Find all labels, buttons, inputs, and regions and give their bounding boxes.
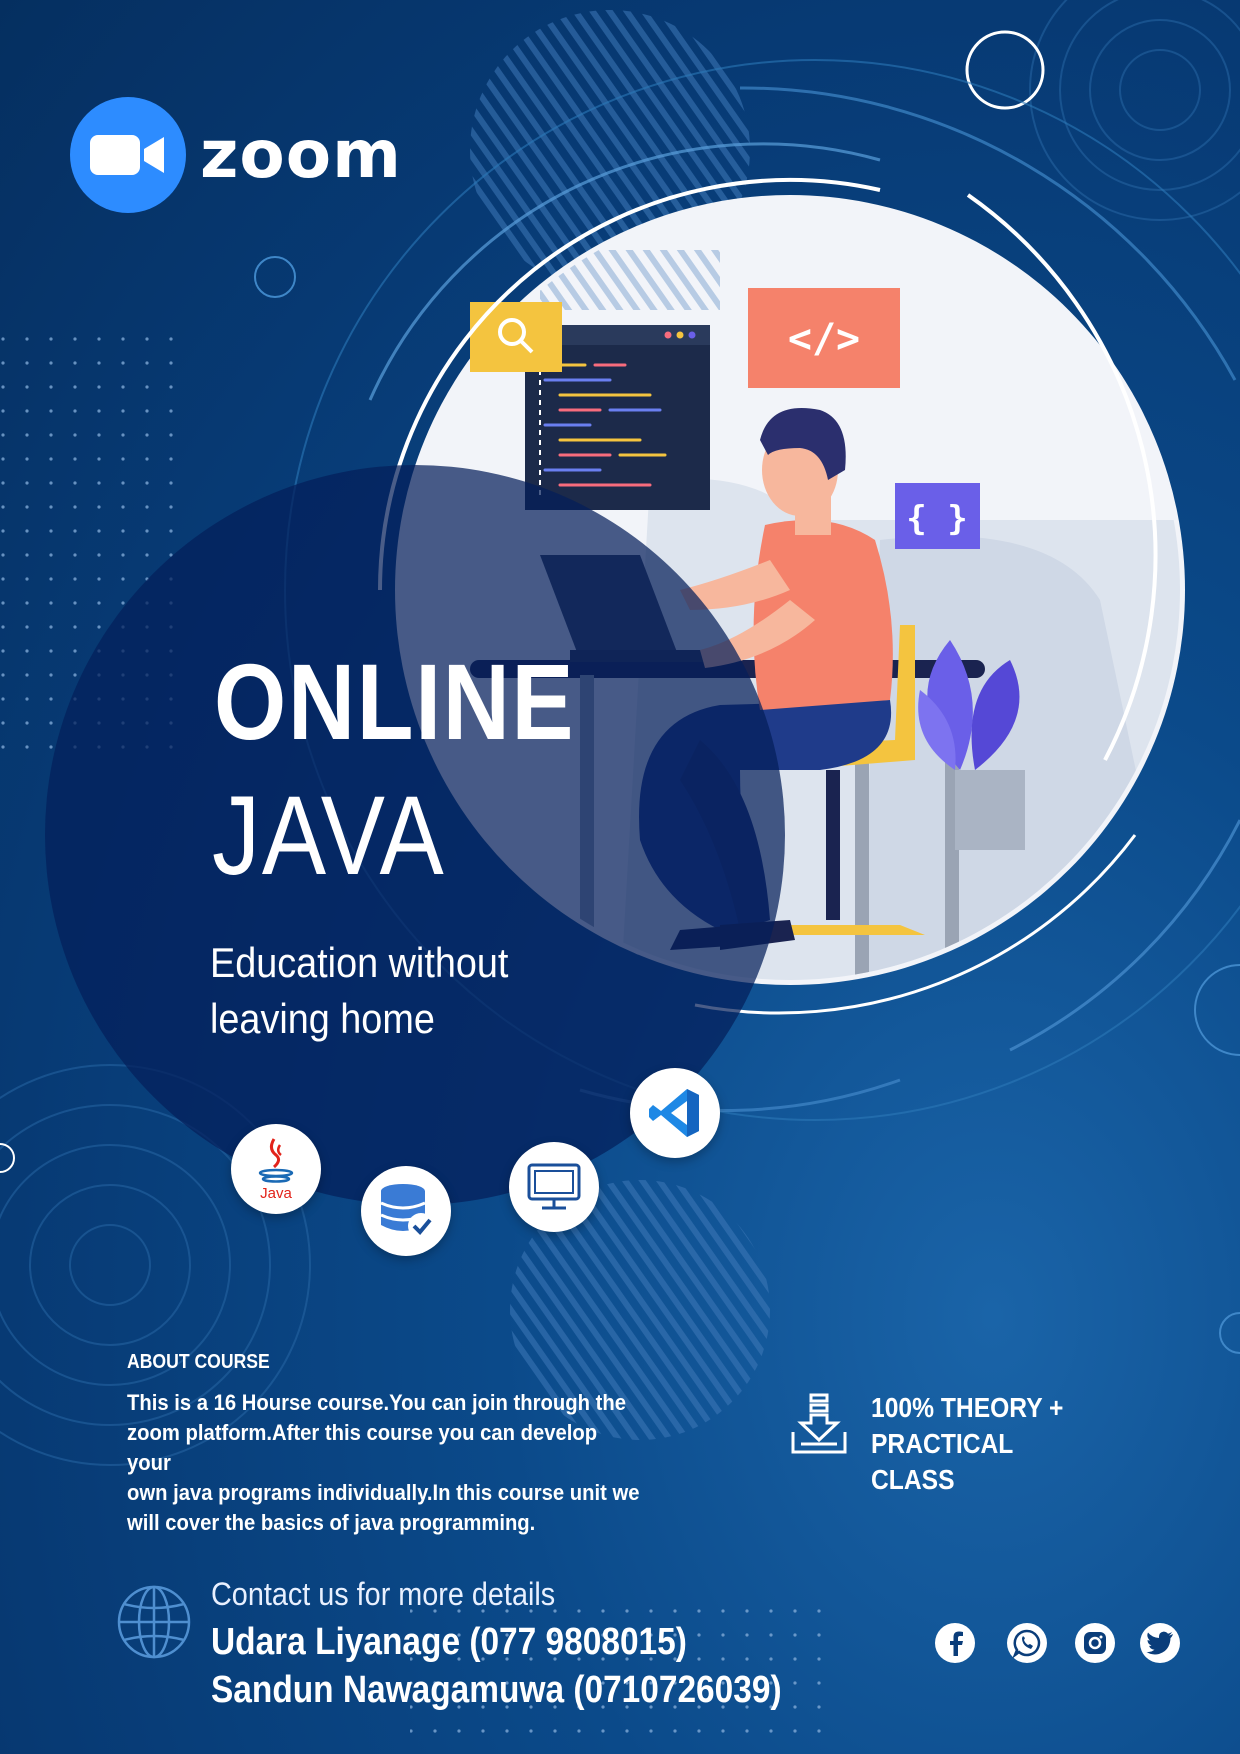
braces-label: { } (906, 499, 967, 539)
facebook-icon[interactable] (935, 1623, 975, 1663)
feature-line-1: 100% THEORY + PRACTICAL (871, 1392, 1064, 1459)
tagline: Education without leaving home (210, 935, 508, 1047)
about-line-1: This is a 16 Hourse course.You can join … (127, 1390, 626, 1415)
about-line-4: will cover the basics of java programmin… (127, 1510, 536, 1535)
tagline-line-1: Education without (210, 939, 509, 986)
twitter-icon[interactable] (1140, 1623, 1180, 1663)
about-line-3: own java programs individually.In this c… (127, 1480, 640, 1505)
tagline-line-2: leaving home (210, 995, 435, 1042)
contact-person-2: Sandun Nawagamuwa (0710726039) (211, 1669, 782, 1711)
about-description: This is a 16 Hourse course.You can join … (127, 1388, 642, 1538)
zoom-wordmark: zoom (200, 116, 402, 193)
vscode-icon (630, 1068, 720, 1158)
hero-title-java: JAVA (212, 773, 446, 898)
database-icon (361, 1166, 451, 1256)
download-tray-icon (789, 1392, 849, 1456)
about-heading: ABOUT COURSE (127, 1351, 270, 1373)
contact-person-1: Udara Liyanage (077 9808015) (211, 1621, 687, 1663)
feature-line-2: CLASS (871, 1464, 955, 1495)
instagram-icon[interactable] (1075, 1623, 1115, 1663)
globe-icon (116, 1584, 192, 1660)
contact-heading: Contact us for more details (211, 1576, 556, 1612)
monitor-icon (509, 1142, 599, 1232)
zoom-camera-icon (70, 96, 186, 213)
java-logo-text: Java (260, 1185, 292, 1202)
feature-text: 100% THEORY + PRACTICAL CLASS (871, 1390, 1196, 1498)
whatsapp-icon[interactable] (1007, 1623, 1047, 1663)
zoom-logo: zoom (70, 96, 410, 213)
code-tag-label: </> (788, 316, 860, 362)
hero-title-online: ONLINE (214, 641, 576, 762)
about-line-2: zoom platform.After this course you can … (127, 1420, 598, 1475)
java-icon: Java (231, 1124, 321, 1214)
